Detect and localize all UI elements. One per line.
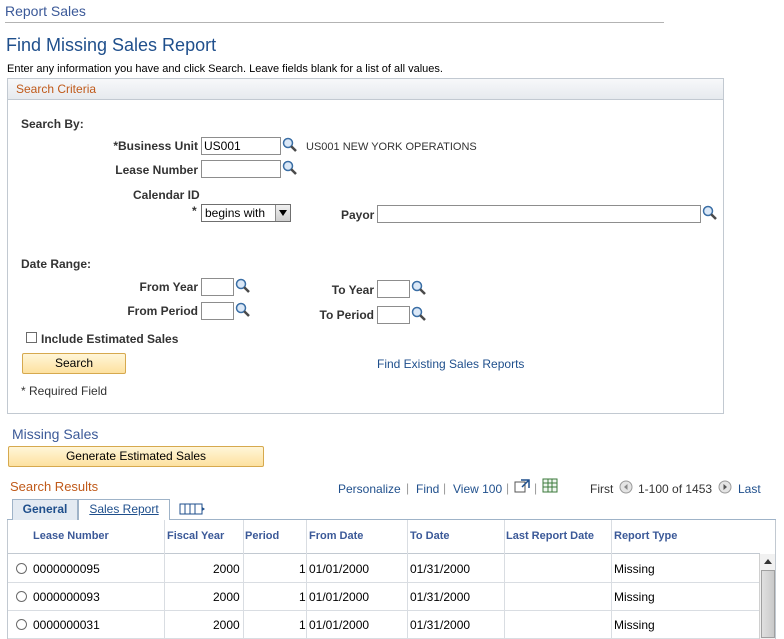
include-estimated-checkbox[interactable] [26, 332, 37, 343]
search-by-label: Search By: [21, 117, 84, 131]
business-unit-label: *Business Unit [113, 139, 198, 153]
chevron-down-icon[interactable] [275, 205, 290, 221]
cell-to-date: 01/31/2000 [410, 590, 471, 604]
to-year-lookup-icon[interactable] [411, 280, 427, 296]
first-label: First [590, 482, 614, 496]
header-divider [5, 22, 664, 23]
lease-number-lookup-icon[interactable] [282, 160, 298, 176]
generate-estimated-sales-button[interactable]: Generate Estimated Sales [8, 446, 264, 467]
to-year-input[interactable] [377, 280, 410, 298]
table-row[interactable]: 0000000093 2000 1 01/01/2000 01/31/2000 … [8, 583, 760, 611]
to-period-label: To Period [319, 308, 374, 322]
view-100-link[interactable]: View 100 [453, 482, 502, 496]
circle-right-arrow-icon[interactable] [718, 480, 732, 494]
results-grid: Lease Number Fiscal Year Period From Dat… [7, 520, 776, 639]
cell-from-date: 01/01/2000 [309, 618, 370, 632]
missing-sales-title: Missing Sales [12, 426, 99, 442]
include-estimated-label: Include Estimated Sales [41, 332, 179, 346]
search-results-title: Search Results [10, 479, 99, 494]
cell-to-date: 01/31/2000 [410, 562, 471, 576]
search-criteria-title: Search Criteria [16, 82, 97, 96]
from-period-input[interactable] [201, 302, 234, 320]
business-unit-input[interactable] [201, 137, 281, 155]
nav-separator: | [406, 481, 410, 495]
col-fiscal-year[interactable]: Fiscal Year [167, 530, 224, 542]
lease-number-label: Lease Number [115, 163, 198, 177]
to-year-label: To Year [331, 283, 374, 297]
business-unit-description: US001 NEW YORK OPERATIONS [306, 141, 477, 153]
search-button[interactable]: Search [22, 353, 126, 374]
col-lease-number[interactable]: Lease Number [33, 530, 109, 542]
cell-to-date: 01/31/2000 [410, 618, 471, 632]
instructions-text: Enter any information you have and click… [7, 63, 443, 75]
to-period-lookup-icon[interactable] [411, 306, 427, 322]
tab-sales-report[interactable]: Sales Report [78, 499, 170, 520]
from-period-lookup-icon[interactable] [235, 302, 251, 318]
col-report-type[interactable]: Report Type [614, 530, 677, 542]
from-year-label: From Year [139, 280, 198, 294]
cell-lease-number: 0000000031 [33, 618, 100, 632]
to-period-input[interactable] [377, 306, 410, 324]
nav-separator: | [506, 481, 510, 495]
cell-from-date: 01/01/2000 [309, 562, 370, 576]
col-to-date[interactable]: To Date [410, 530, 450, 542]
from-year-input[interactable] [201, 278, 234, 296]
lease-number-input[interactable] [201, 160, 281, 178]
calendar-required-mark: * [192, 204, 197, 218]
last-link[interactable]: Last [738, 482, 761, 496]
business-unit-lookup-icon[interactable] [282, 137, 298, 153]
results-tabs: General Sales Report [7, 498, 776, 520]
grid-scrollbar[interactable] [759, 554, 775, 639]
find-link[interactable]: Find [416, 482, 439, 496]
cell-fiscal-year: 2000 [213, 618, 240, 632]
row-select-radio[interactable] [16, 619, 27, 630]
from-year-lookup-icon[interactable] [235, 278, 251, 294]
col-last-report-date[interactable]: Last Report Date [506, 530, 594, 542]
range-indicator: 1-100 of 1453 [638, 482, 713, 496]
payor-input[interactable] [377, 205, 701, 223]
grid-header-row: Lease Number Fiscal Year Period From Dat… [8, 520, 760, 554]
cell-fiscal-year: 2000 [213, 590, 240, 604]
nav-separator: | [443, 481, 447, 495]
row-select-radio[interactable] [16, 591, 27, 602]
search-criteria-header: Search Criteria [8, 79, 723, 100]
date-range-label: Date Range: [21, 257, 92, 271]
cell-report-type: Missing [614, 590, 655, 604]
cell-lease-number: 0000000095 [33, 562, 100, 576]
show-all-columns-icon[interactable] [179, 503, 205, 515]
spreadsheet-icon[interactable] [542, 478, 558, 493]
row-select-radio[interactable] [16, 563, 27, 574]
cell-period: 1 [299, 618, 306, 632]
scroll-up-icon[interactable] [761, 555, 775, 569]
required-field-note: * Required Field [21, 384, 108, 398]
cell-lease-number: 0000000093 [33, 590, 100, 604]
tab-general[interactable]: General [12, 499, 78, 520]
cell-from-date: 01/01/2000 [309, 590, 370, 604]
cell-period: 1 [299, 562, 306, 576]
payor-lookup-icon[interactable] [702, 205, 718, 221]
cell-report-type: Missing [614, 562, 655, 576]
results-navigation-bar: Search Results Personalize | Find | View… [7, 476, 776, 498]
col-from-date[interactable]: From Date [309, 530, 363, 542]
popout-icon[interactable] [514, 479, 530, 493]
col-period[interactable]: Period [245, 530, 279, 542]
calendar-id-label: Calendar ID [133, 188, 200, 202]
find-existing-sales-reports-link[interactable]: Find Existing Sales Reports [377, 357, 524, 371]
calendar-operator-value: begins with [205, 206, 266, 220]
table-row[interactable]: 0000000095 2000 1 01/01/2000 01/31/2000 … [8, 555, 760, 583]
page-title: Find Missing Sales Report [6, 35, 217, 55]
cell-fiscal-year: 2000 [213, 562, 240, 576]
payor-label: Payor [341, 208, 375, 222]
cell-period: 1 [299, 590, 306, 604]
table-row[interactable]: 0000000031 2000 1 01/01/2000 01/31/2000 … [8, 611, 760, 639]
circle-left-arrow-icon[interactable] [619, 480, 633, 494]
nav-separator: | [534, 481, 538, 495]
personalize-link[interactable]: Personalize [338, 482, 401, 496]
scroll-thumb[interactable] [761, 570, 775, 638]
from-period-label: From Period [127, 304, 198, 318]
calendar-operator-select[interactable]: begins with [201, 204, 291, 222]
breadcrumb: Report Sales [5, 3, 86, 19]
cell-report-type: Missing [614, 618, 655, 632]
